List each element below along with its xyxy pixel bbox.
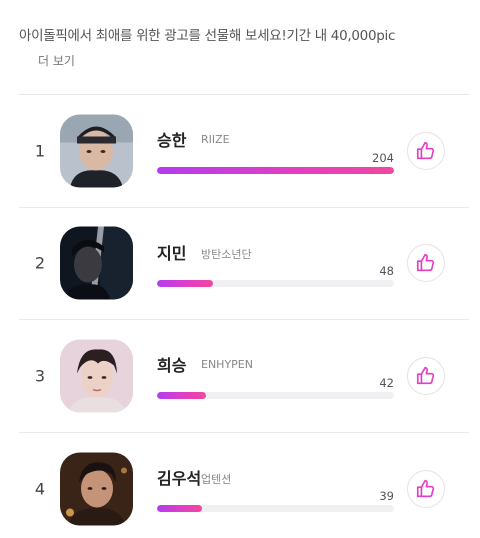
- group-name: RIIZE: [201, 133, 230, 146]
- group-name: ENHYPEN: [201, 358, 253, 371]
- progress-bar: [157, 279, 394, 287]
- vote-count: 48: [379, 263, 394, 278]
- ranking-row[interactable]: 4 김우석 업텐션 39: [19, 433, 469, 538]
- progress-fill: [157, 392, 206, 399]
- rank-number: 2: [34, 253, 46, 273]
- artist-name: 지민: [157, 243, 187, 263]
- group-name: 방탄소년단: [201, 247, 252, 261]
- more-link[interactable]: 더 보기: [38, 52, 75, 69]
- promo-text: 아이돌픽에서 최애를 위한 광고를 선물해 보세요!기간 내 40,000pic: [19, 28, 396, 44]
- avatar-photo-icon: [60, 226, 133, 300]
- avatar[interactable]: [60, 226, 133, 300]
- ranking-list: 1 승한 RIIZE 204 2 지민 방탄소년단 48 3 희승 ENHYPE…: [19, 94, 469, 538]
- ranking-row[interactable]: 1 승한 RIIZE 204: [19, 95, 469, 208]
- ranking-row[interactable]: 3 희승 ENHYPEN 42: [19, 320, 469, 433]
- progress-bar: [157, 504, 394, 512]
- rank-number: 1: [34, 141, 46, 161]
- avatar-photo-icon: [60, 339, 133, 413]
- like-button[interactable]: [407, 131, 445, 170]
- artist-name: 김우석: [157, 468, 202, 488]
- like-button[interactable]: [407, 356, 445, 395]
- ranking-row[interactable]: 2 지민 방탄소년단 48: [19, 208, 469, 320]
- progress-bar: [157, 167, 394, 174]
- thumbs-up-icon: [416, 479, 435, 497]
- avatar[interactable]: [60, 339, 133, 413]
- progress-fill: [157, 279, 213, 287]
- progress-bar: [157, 392, 394, 399]
- artist-name: 희승: [157, 356, 187, 375]
- vote-count: 204: [372, 151, 394, 165]
- progress-fill: [157, 167, 394, 174]
- like-button[interactable]: [407, 244, 445, 283]
- avatar-photo-icon: [60, 452, 133, 526]
- avatar-photo-icon: [60, 114, 133, 188]
- rank-number: 3: [34, 366, 46, 386]
- avatar[interactable]: [60, 114, 133, 188]
- thumbs-up-icon: [416, 254, 435, 272]
- thumbs-up-icon: [416, 141, 435, 159]
- avatar[interactable]: [60, 452, 133, 526]
- thumbs-up-icon: [416, 366, 435, 384]
- vote-count: 42: [379, 376, 394, 390]
- vote-count: 39: [379, 488, 394, 503]
- like-button[interactable]: [407, 469, 445, 508]
- rank-number: 4: [34, 479, 46, 499]
- progress-fill: [157, 504, 203, 512]
- group-name: 업텐션: [201, 472, 232, 486]
- artist-name: 승한: [157, 131, 187, 150]
